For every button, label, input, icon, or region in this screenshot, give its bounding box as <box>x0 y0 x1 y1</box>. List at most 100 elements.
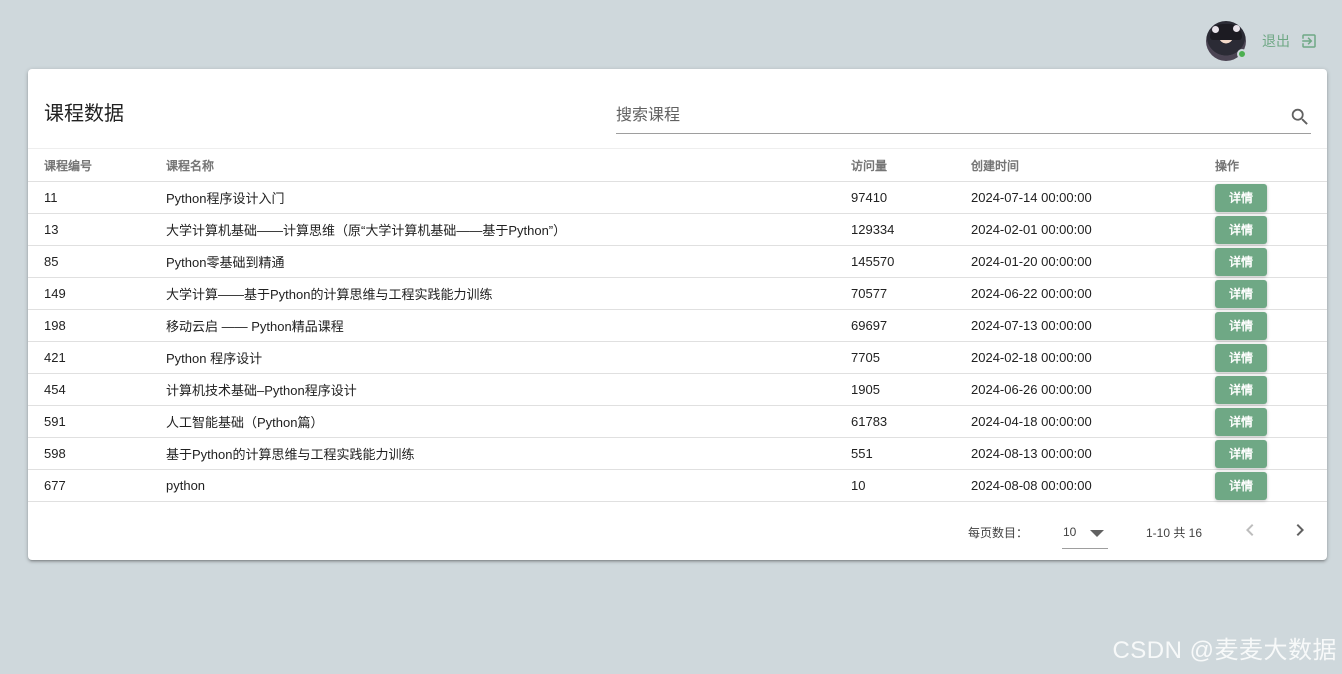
table-row: 677 python 10 2024-08-08 00:00:00 详情 <box>28 469 1327 502</box>
column-header-name[interactable]: 课程名称 <box>166 148 851 182</box>
details-button[interactable]: 详情 <box>1215 183 1267 212</box>
table-row: 421 Python 程序设计 7705 2024-02-18 00:00:00 详情 <box>28 341 1327 374</box>
details-button[interactable]: 详情 <box>1215 311 1267 340</box>
cell-course-name: 大学计算——基于Python的计算思维与工程实践能力训练 <box>166 277 851 310</box>
table-header-row: 课程编号 课程名称 访问量 创建时间 操作 <box>28 148 1327 182</box>
cell-course-id: 454 <box>28 373 166 406</box>
details-button[interactable]: 详情 <box>1215 375 1267 404</box>
user-avatar[interactable] <box>1206 21 1247 61</box>
search-input[interactable] <box>616 101 1266 131</box>
cell-course-id: 149 <box>28 277 166 310</box>
table-row: 591 人工智能基础（Python篇） 61783 2024-04-18 00:00:… <box>28 405 1327 438</box>
column-header-id[interactable]: 课程编号 <box>28 148 166 182</box>
chevron-right-icon[interactable] <box>1288 518 1312 542</box>
cell-actions: 详情 <box>1215 405 1327 438</box>
cell-visits: 129334 <box>851 213 971 246</box>
table-row: 198 移动云启 —— Python精品课程 69697 2024-07-13 00:… <box>28 309 1327 342</box>
logout-button[interactable]: 退出 <box>1262 31 1318 51</box>
cell-created-time: 2024-08-08 00:00:00 <box>971 469 1215 502</box>
page-range-text: 1-10 共 16 <box>1146 526 1203 540</box>
cell-course-id: 591 <box>28 405 166 438</box>
dropdown-caret-icon <box>1090 530 1104 537</box>
cell-course-id: 11 <box>28 181 166 214</box>
chevron-left-icon[interactable] <box>1238 518 1262 542</box>
card-title: 课程数据 <box>44 103 124 125</box>
cell-actions: 详情 <box>1215 181 1327 214</box>
rows-per-page-label: 每页数目： <box>968 526 1029 540</box>
table-row: 454 计算机技术基础–Python程序设计 1905 2024-06-26 00:0… <box>28 373 1327 406</box>
cell-actions: 详情 <box>1215 437 1327 470</box>
cell-visits: 70577 <box>851 277 971 310</box>
details-button[interactable]: 详情 <box>1215 471 1267 500</box>
details-button[interactable]: 详情 <box>1215 247 1267 276</box>
cell-created-time: 2024-06-26 00:00:00 <box>971 373 1215 406</box>
cell-created-time: 2024-08-13 00:00:00 <box>971 437 1215 470</box>
cell-course-name: 计算机技术基础–Python程序设计 <box>166 373 851 406</box>
cell-course-name: 移动云启 —— Python精品课程 <box>166 309 851 342</box>
details-button[interactable]: 详情 <box>1215 439 1267 468</box>
cell-course-name: Python程序设计入门 <box>166 181 851 214</box>
top-bar: 退出 <box>1206 20 1318 62</box>
cell-course-id: 13 <box>28 213 166 246</box>
cell-created-time: 2024-02-18 00:00:00 <box>971 341 1215 374</box>
watermark: CSDN @麦麦大数据 <box>1112 637 1337 664</box>
cell-visits: 1905 <box>851 373 971 406</box>
cell-created-time: 2024-04-18 00:00:00 <box>971 405 1215 438</box>
cell-actions: 详情 <box>1215 213 1327 246</box>
cell-visits: 7705 <box>851 341 971 374</box>
cell-created-time: 2024-07-13 00:00:00 <box>971 309 1215 342</box>
cell-actions: 详情 <box>1215 309 1327 342</box>
cell-created-time: 2024-06-22 00:00:00 <box>971 277 1215 310</box>
cell-course-name: 基于Python的计算思维与工程实践能力训练 <box>166 437 851 470</box>
exit-to-app-icon <box>1302 34 1316 48</box>
table-pagination: 每页数目： 10 1-10 共 16 <box>28 510 1327 550</box>
table-row: 85 Python零基础到精通 145570 2024-01-20 00:00:00 详… <box>28 245 1327 278</box>
details-button[interactable]: 详情 <box>1215 407 1267 436</box>
details-button[interactable]: 详情 <box>1215 215 1267 244</box>
cell-visits: 69697 <box>851 309 971 342</box>
rows-per-page-select[interactable]: 10 <box>1062 516 1108 549</box>
cell-visits: 551 <box>851 437 971 470</box>
cell-visits: 97410 <box>851 181 971 214</box>
cell-created-time: 2024-02-01 00:00:00 <box>971 213 1215 246</box>
cell-actions: 详情 <box>1215 373 1327 406</box>
cell-actions: 详情 <box>1215 469 1327 502</box>
cell-actions: 详情 <box>1215 277 1327 310</box>
logout-label: 退出 <box>1262 33 1290 49</box>
avatar-flower <box>1212 26 1219 33</box>
cell-course-name: Python零基础到精通 <box>166 245 851 278</box>
cell-course-id: 677 <box>28 469 166 502</box>
table-row: 149 大学计算——基于Python的计算思维与工程实践能力训练 70577 2024… <box>28 277 1327 310</box>
cell-visits: 145570 <box>851 245 971 278</box>
cell-course-id: 598 <box>28 437 166 470</box>
search-icon[interactable] <box>1289 106 1311 128</box>
details-button[interactable]: 详情 <box>1215 279 1267 308</box>
cell-actions: 详情 <box>1215 341 1327 374</box>
cell-course-name: 人工智能基础（Python篇） <box>166 405 851 438</box>
cell-created-time: 2024-07-14 00:00:00 <box>971 181 1215 214</box>
rows-per-page-value: 10 <box>1063 525 1077 539</box>
table-row: 13 大学计算机基础——计算思维（原“大学计算机基础——基于Python”） 129… <box>28 213 1327 246</box>
cell-visits: 61783 <box>851 405 971 438</box>
details-button[interactable]: 详情 <box>1215 343 1267 372</box>
cell-course-name: Python 程序设计 <box>166 341 851 374</box>
course-table: 课程编号 课程名称 访问量 创建时间 操作 11 Python程序设计入门 9741… <box>28 148 1327 502</box>
cell-course-id: 198 <box>28 309 166 342</box>
table-body: 11 Python程序设计入门 97410 2024-07-14 00:00:00 详情… <box>28 181 1327 502</box>
column-header-created[interactable]: 创建时间 <box>971 148 1215 182</box>
column-header-visits[interactable]: 访问量 <box>851 148 971 182</box>
cell-course-id: 421 <box>28 341 166 374</box>
cell-course-name: 大学计算机基础——计算思维（原“大学计算机基础——基于Python”） <box>166 213 851 246</box>
course-data-card: 课程数据 课程编号 课程名称 访问量 创建时间 操作 11Python程序设计入… <box>28 69 1327 560</box>
column-header-actions: 操作 <box>1215 148 1327 182</box>
avatar-flower <box>1233 25 1240 32</box>
search-field[interactable] <box>616 101 1311 134</box>
table-row: 598 基于Python的计算思维与工程实践能力训练 551 2024-08-13 0… <box>28 437 1327 470</box>
cell-course-id: 85 <box>28 245 166 278</box>
cell-created-time: 2024-01-20 00:00:00 <box>971 245 1215 278</box>
online-status-dot <box>1237 49 1247 59</box>
cell-actions: 详情 <box>1215 245 1327 278</box>
cell-visits: 10 <box>851 469 971 502</box>
cell-course-name: python <box>166 469 851 502</box>
table-row: 11 Python程序设计入门 97410 2024-07-14 00:00:00 详情 <box>28 181 1327 214</box>
